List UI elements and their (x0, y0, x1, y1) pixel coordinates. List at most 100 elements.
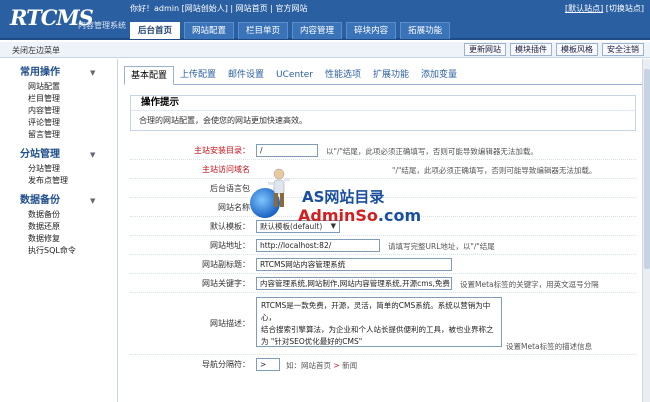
tab-basic[interactable]: 基本配置 (124, 66, 175, 85)
watermark-admin: Admin (298, 206, 356, 225)
sidebar-group-common: 常用操作 ▼ 网站配置 栏目管理 内容管理 评论管理 留言管理 (20, 65, 117, 141)
tip-body: 合理的网站配置，会使您的网站更加快速高效。 (131, 110, 635, 130)
separator: | (230, 4, 234, 13)
logout-button[interactable]: 安全注销 (602, 43, 644, 56)
nav-separator-hint-suffix: 新闻 (342, 361, 358, 370)
site-switch-bar: [默认站点] [切换站点] (565, 3, 644, 14)
tab-upload[interactable]: 上传配置 (174, 66, 222, 84)
admin-lang-label: 后台语言包 (210, 183, 250, 193)
sidebar-item-comments[interactable]: 评论管理 (20, 117, 117, 129)
description-label: 网站描述： (210, 319, 250, 328)
nav-separator-label: 导航分隔符： (202, 359, 250, 369)
content-scrollbar[interactable] (642, 59, 650, 402)
description-hint: 设置Meta标签的描述信息 (506, 342, 593, 351)
nav-separator-hint-arrow: > (333, 361, 340, 370)
keywords-label: 网站关键字： (202, 278, 250, 288)
watermark-so: So (355, 206, 378, 225)
nav-separator-hint: 如：网站首页 > 新闻 (286, 360, 357, 371)
sidebar-group-label: 分站管理 (20, 149, 60, 160)
description-textarea[interactable]: RTCMS是一款免费，开源，灵活，简单的CMS系统。系统以营销为中心， 结合搜索… (256, 297, 502, 347)
tab-extensions[interactable]: 扩展功能 (367, 66, 415, 84)
nav-tab-extensions[interactable]: 拓展功能 (400, 22, 451, 39)
chevron-down-icon[interactable]: ▼ (90, 193, 95, 209)
tab-ucenter[interactable]: UCenter (270, 66, 319, 84)
watermark-logo: AS网站目录 AdminSo.com (248, 168, 421, 228)
update-site-button[interactable]: 更新网站 (464, 43, 506, 56)
sidebar-item-repair[interactable]: 数据修复 (20, 233, 117, 245)
sidebar-item-run-sql[interactable]: 执行SQL命令 (20, 245, 117, 257)
install-dir-hint: 以"/"结尾，此项必须正确填写，否则可能导致编辑器无法加载。 (326, 147, 538, 156)
sub-toolbar: 关闭左边菜单 更新网站 模块插件 模板风格 安全注销 (0, 42, 650, 58)
manage-site-link[interactable]: [切换站点] (606, 4, 644, 13)
nav-tab-fragments[interactable]: 碎块内容 (346, 22, 397, 39)
sidebar-group-label: 常用操作 (20, 67, 60, 78)
tool-buttons: 更新网站 模块插件 模板风格 安全注销 (460, 43, 644, 56)
sidebar-item-content[interactable]: 内容管理 (20, 105, 117, 117)
keywords-input[interactable]: 内容管理系统,网站制作,网站内容管理系统,开源cms,免费 (256, 277, 452, 290)
sidebar-group-title[interactable]: 分站管理 ▼ (20, 147, 117, 163)
default-site-link[interactable]: [默认站点] (565, 4, 603, 13)
sidebar-item-site-config[interactable]: 网站配置 (20, 81, 117, 93)
description-line: 为 "针对SEO优化最好的CMS" (261, 337, 363, 346)
tip-title: 操作提示 (131, 96, 635, 110)
row-install-dir: 主站安装目录： / 以"/"结尾，此项必须正确填写，否则可能导致编辑器无法加载。 (130, 141, 636, 160)
person-icon (268, 168, 290, 207)
sidebar-item-messages[interactable]: 留言管理 (20, 129, 117, 141)
nav-tab-site-config[interactable]: 网站配置 (184, 22, 235, 39)
chevron-down-icon[interactable]: ▼ (90, 65, 95, 81)
sidebar-item-categories[interactable]: 栏目管理 (20, 93, 117, 105)
sidebar-group-title[interactable]: 常用操作 ▼ (20, 65, 117, 81)
nav-tab-categories[interactable]: 栏目单页 (238, 22, 289, 39)
sidebar-item-publish-points[interactable]: 发布点管理 (20, 175, 117, 187)
tab-performance[interactable]: 性能选项 (319, 66, 367, 84)
app-logo-subtitle: 内容管理系统 (78, 21, 126, 30)
tip-panel: 操作提示 合理的网站配置，会使您的网站更加快速高效。 (130, 95, 636, 131)
access-domain-label: 主站访问域名 (202, 164, 250, 174)
sidebar-group-subsites: 分站管理 ▼ 分站管理 发布点管理 (20, 147, 117, 187)
row-keywords: 网站关键字： 内容管理系统,网站制作,网站内容管理系统,开源cms,免费 设置M… (130, 274, 636, 293)
config-tabs: 基本配置 上传配置 邮件设置 UCenter 性能选项 扩展功能 添加变量 (124, 66, 642, 85)
site-url-label: 网站地址： (210, 240, 250, 250)
template-style-button[interactable]: 模板风格 (556, 43, 598, 56)
install-dir-label: 主站安装目录： (194, 145, 250, 155)
tab-mail[interactable]: 邮件设置 (222, 66, 270, 84)
subtitle-input[interactable]: RTCMS网站内容管理系统 (256, 258, 452, 271)
official-site-link[interactable]: 官方网站 (275, 4, 307, 13)
sidebar: 常用操作 ▼ 网站配置 栏目管理 内容管理 评论管理 留言管理 分站管理 ▼ 分… (0, 59, 118, 402)
nav-tab-home[interactable]: 后台首页 (130, 22, 181, 39)
sidebar-item-backup[interactable]: 数据备份 (20, 209, 117, 221)
description-line: RTCMS是一款免费，开源，灵活，简单的CMS系统。系统以营销为中心， (261, 301, 491, 322)
site-url-input[interactable]: http://localhost:82/ (256, 239, 380, 252)
watermark-com: .com (377, 206, 422, 225)
row-nav-separator: 导航分隔符： > 如：网站首页 > 新闻 (130, 355, 636, 373)
row-description: 网站描述： RTCMS是一款免费，开源，灵活，简单的CMS系统。系统以营销为中心… (130, 293, 636, 355)
greeting-text: 你好！admin [网站创始人] (130, 4, 228, 13)
site-name-label: 网站名称 (218, 202, 250, 212)
sidebar-group-title[interactable]: 数据备份 ▼ (20, 193, 117, 209)
main-nav: 后台首页 网站配置 栏目单页 内容管理 碎块内容 拓展功能 (130, 22, 454, 39)
plugins-button[interactable]: 模块插件 (510, 43, 552, 56)
chevron-down-icon[interactable]: ▼ (90, 147, 95, 163)
sidebar-item-restore[interactable]: 数据还原 (20, 221, 117, 233)
site-url-hint: 请填写完整URL地址，以"/"结尾 (388, 242, 495, 251)
watermark-line1: AS网站目录 (302, 188, 385, 206)
row-site-url: 网站地址： http://localhost:82/ 请填写完整URL地址，以"… (130, 236, 636, 255)
description-line: 结合搜索引擎算法，为企业和个人站长提供便利的工具，被也业界称之 (261, 325, 494, 334)
main-content: 基本配置 上传配置 邮件设置 UCenter 性能选项 扩展功能 添加变量 操作… (124, 66, 642, 402)
scrollbar-thumb[interactable] (644, 69, 650, 269)
watermark-line2: AdminSo.com (298, 206, 421, 225)
nav-separator-hint-prefix: 如：网站首页 (286, 361, 331, 370)
nav-tab-content[interactable]: 内容管理 (292, 22, 343, 39)
access-domain-hint: "/"结尾，此项必须正确填写，否则可能导致编辑器无法加载。 (392, 166, 597, 175)
sidebar-item-subsites[interactable]: 分站管理 (20, 163, 117, 175)
install-dir-input[interactable]: / (256, 144, 318, 157)
keywords-hint: 设置Meta标签的关键字，用英文逗号分隔 (460, 280, 599, 289)
close-left-menu-link[interactable]: 关闭左边菜单 (12, 45, 60, 56)
subtitle-label: 网站副标题： (202, 259, 250, 269)
user-info-bar: 你好！admin [网站创始人] | 网站首页 | 官方网站 (130, 3, 307, 14)
site-home-link[interactable]: 网站首页 (236, 4, 268, 13)
tab-add-variable[interactable]: 添加变量 (415, 66, 463, 84)
nav-separator-input[interactable]: > (256, 358, 280, 371)
default-template-label: 默认模板： (210, 221, 250, 231)
separator: | (270, 4, 273, 13)
